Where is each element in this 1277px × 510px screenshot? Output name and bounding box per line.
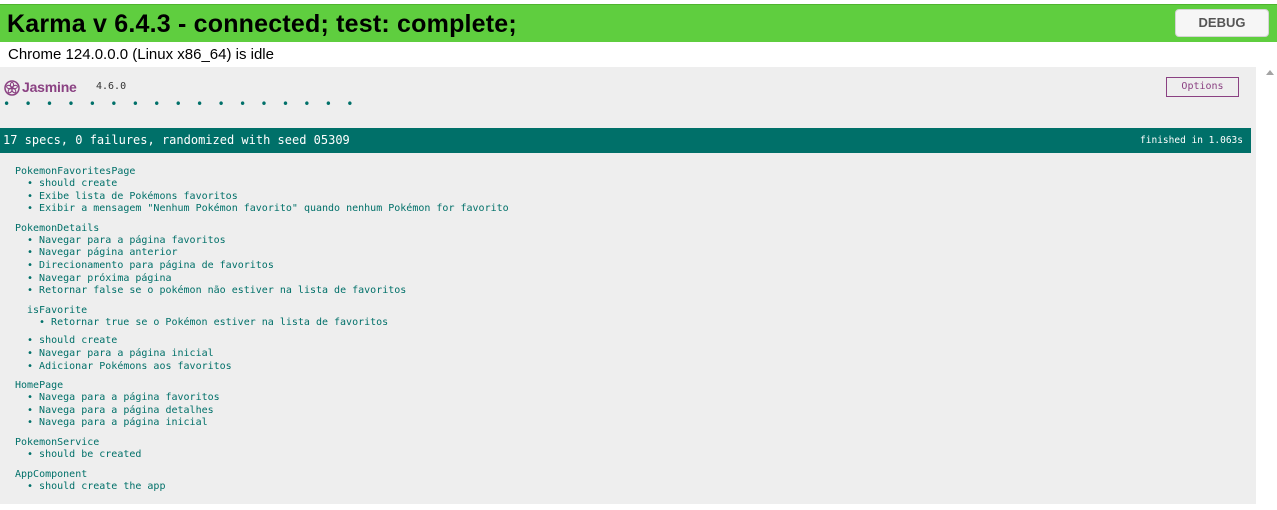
jasmine-flower-icon (4, 80, 20, 96)
spec-item[interactable]: Navega para a página favoritos (15, 392, 509, 405)
suite-name[interactable]: PokemonDetails (15, 222, 509, 235)
spec-item[interactable]: Navegar próxima página (15, 273, 509, 286)
spec-item[interactable]: should create (15, 335, 509, 348)
karma-banner: Karma v 6.4.3 - connected; test: complet… (0, 4, 1277, 42)
jasmine-reporter: Jasmine 4.6.0 • • • • • • • • • • • • • … (0, 67, 1256, 504)
scroll-up-arrow-icon[interactable] (1266, 70, 1274, 75)
spec-item[interactable]: Navegar para a página inicial (15, 348, 509, 361)
spec-item[interactable]: Navega para a página detalhes (15, 405, 509, 418)
karma-status-title: Karma v 6.4.3 - connected; test: complet… (7, 10, 517, 38)
spec-item[interactable]: should create the app (15, 481, 509, 494)
suite-name[interactable]: isFavorite (27, 304, 509, 317)
browser-status: Chrome 124.0.0.0 (Linux x86_64) is idle (8, 46, 274, 63)
suite-name[interactable]: PokemonService (15, 436, 509, 449)
suite: AppComponent should create the app (15, 468, 509, 494)
suite-name[interactable]: PokemonFavoritesPage (15, 165, 509, 178)
spec-item[interactable]: Retornar false se o pokémon não estiver … (15, 285, 509, 298)
spec-item[interactable]: Retornar true se o Pokémon estiver na li… (27, 317, 509, 330)
jasmine-version: 4.6.0 (96, 81, 127, 92)
spec-item[interactable]: should create (15, 178, 509, 191)
nested-suite: isFavorite Retornar true se o Pokémon es… (15, 304, 509, 330)
spec-item[interactable]: Navegar para a página favoritos (15, 235, 509, 248)
suite: PokemonService should be created (15, 436, 509, 462)
spec-item[interactable]: Exibe lista de Pokémons favoritos (15, 191, 509, 204)
spec-item[interactable]: Adicionar Pokémons aos favoritos (15, 361, 509, 374)
suite: PokemonDetails Navegar para a página fav… (15, 222, 509, 373)
spec-item[interactable]: Direcionamento para página de favoritos (15, 260, 509, 273)
summary-text[interactable]: 17 specs, 0 failures, randomized with se… (3, 133, 350, 147)
suite: HomePage Navega para a página favoritos … (15, 379, 509, 430)
debug-button[interactable]: DEBUG (1175, 9, 1269, 37)
spec-item[interactable]: Exibir a mensagem "Nenhum Pokémon favori… (15, 203, 509, 216)
results-list: PokemonFavoritesPage should create Exibe… (15, 165, 509, 499)
scrollbar-track[interactable] (1263, 67, 1277, 510)
summary-bar: 17 specs, 0 failures, randomized with se… (0, 128, 1251, 153)
suite-name[interactable]: AppComponent (15, 468, 509, 481)
summary-duration: finished in 1.063s (1140, 135, 1243, 146)
spec-item[interactable]: Navega para a página inicial (15, 417, 509, 430)
suite-name[interactable]: HomePage (15, 379, 509, 392)
spec-item[interactable]: should be created (15, 449, 509, 462)
jasmine-logo-text: Jasmine (22, 79, 77, 95)
suite: PokemonFavoritesPage should create Exibe… (15, 165, 509, 216)
options-button[interactable]: Options (1166, 77, 1239, 97)
spec-result-dots: • • • • • • • • • • • • • • • • • (3, 97, 357, 111)
spec-item[interactable]: Navegar página anterior (15, 247, 509, 260)
